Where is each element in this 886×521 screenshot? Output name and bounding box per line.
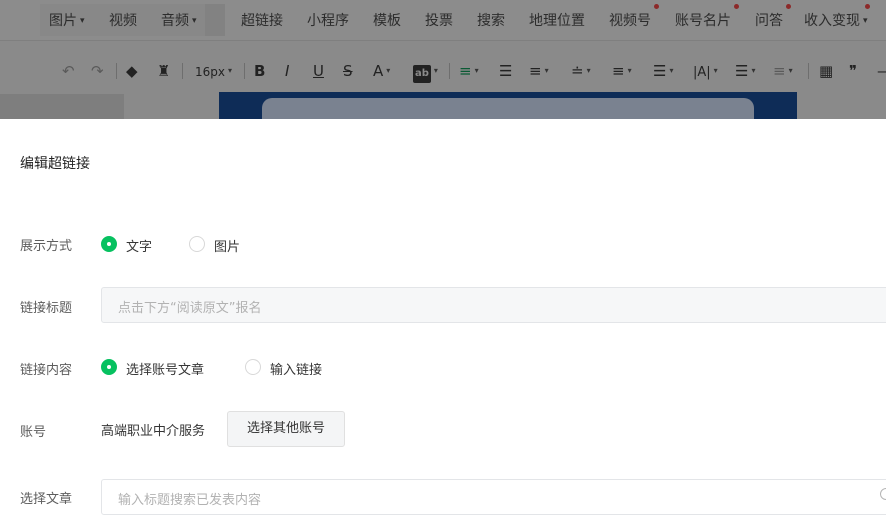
menu-search[interactable]: 搜索 [477,10,505,30]
editor-toolbar: ↶ ↷ ◆ ♜ 16px ▾ B I U S A ▾ ab ▾ ≡ ▾ ☰ ≡ ▾ ≐ ▾ … [0,40,886,94]
clear-format-icon[interactable]: ♜ [157,63,170,79]
chevron-down-icon: ▾ [713,66,718,75]
radio-select-article[interactable] [101,359,117,375]
new-badge-dot [654,4,659,9]
edit-hyperlink-dialog: 编辑超链接 展示方式 文字 图片 链接标题 点击下方“阅读原文”报名 链接内容 … [0,119,886,521]
quote-icon[interactable]: ❞ [849,63,857,79]
chevron-down-icon: ▾ [627,66,632,75]
italic-icon[interactable]: I [285,63,289,79]
dialog-title: 编辑超链接 [20,156,90,172]
line-height-icon[interactable]: ≐ ▾ [571,63,591,79]
horizontal-rule-icon[interactable]: — [877,63,886,79]
chevron-down-icon: ▾ [544,66,549,75]
radio-select-article-label[interactable]: 选择账号文章 [126,359,204,378]
link-content-label: 链接内容 [20,363,73,378]
redo-icon[interactable]: ↷ [91,63,104,79]
menu-monetize[interactable]: 收入变现 ▾ [804,4,870,30]
radio-image-mode[interactable] [189,236,205,252]
radio-text-mode[interactable] [101,236,117,252]
font-color-icon[interactable]: A ▾ [373,63,390,79]
indent-icon[interactable]: ☰ [499,63,512,79]
new-badge-dot [864,4,870,9]
menubar-separator [205,4,225,36]
chevron-down-icon: ▾ [863,16,868,26]
toolbar-separator [449,63,450,79]
chevron-down-icon: ▾ [433,66,438,75]
chevron-down-icon: ▾ [228,66,233,75]
underline-icon[interactable]: U [313,63,324,79]
list-icon[interactable]: ☰ ▾ [735,63,755,79]
menu-vote[interactable]: 投票 [425,10,453,30]
menu-location[interactable]: 地理位置 [529,10,585,30]
table-icon[interactable]: ▦ [819,63,833,79]
new-badge-dot [786,4,791,9]
menu-account-card[interactable]: 账号名片 [675,4,739,30]
select-other-account-button[interactable]: 选择其他账号 [227,411,345,447]
link-title-input[interactable]: 点击下方“阅读原文”报名 [101,287,886,323]
account-label: 账号 [20,425,47,440]
new-badge-dot [734,4,739,9]
toolbar-separator [182,63,183,79]
toolbar-separator [116,63,117,79]
menu-audio[interactable]: 音频 ▾ [161,10,197,30]
account-name: 高端职业中介服务 [101,424,206,439]
chevron-down-icon: ▾ [80,16,85,26]
menu-image[interactable]: 图片 ▾ [49,10,85,30]
justify-icon[interactable]: ≡ ▾ [529,63,549,79]
toolbar-separator [244,63,245,79]
radio-input-link[interactable] [245,359,261,375]
article-search-input[interactable]: 输入标题搜索已发表内容 [101,479,886,515]
letter-spacing-icon[interactable]: |A| ▾ [693,63,718,81]
link-title-label: 链接标题 [20,301,73,316]
select-article-label: 选择文章 [20,492,73,507]
menu-qa[interactable]: 问答 [755,4,791,30]
radio-text-mode-label[interactable]: 文字 [126,236,152,255]
menu-hyperlink[interactable]: 超链接 [241,10,283,30]
chevron-down-icon: ▾ [669,66,674,75]
format-painter-icon[interactable]: ◆ [126,63,138,79]
menu-video[interactable]: 视频 [109,10,137,30]
font-size-select[interactable]: 16px ▾ [195,63,232,80]
align-center-icon[interactable]: ≡ ▾ [459,63,479,79]
bold-icon[interactable]: B [254,63,265,79]
chevron-down-icon: ▾ [474,66,479,75]
undo-icon[interactable]: ↶ [62,63,75,79]
chevron-down-icon: ▾ [586,66,591,75]
background-color-icon[interactable]: ab ▾ [413,63,438,83]
radio-input-link-label[interactable]: 输入链接 [270,359,322,378]
chevron-down-icon: ▾ [751,66,756,75]
chevron-down-icon: ▾ [386,66,391,75]
chevron-down-icon: ▾ [192,16,197,26]
chevron-down-icon: ▾ [788,66,793,75]
paragraph-spacing-icon[interactable]: ≡ ▾ [612,63,632,79]
editor-menubar: 图片 ▾ 视频 音频 ▾ 超链接 小程序 模板 投票 搜索 地理位置 视频号 账号名… [0,0,886,40]
menu-template[interactable]: 模板 [373,10,401,30]
radio-image-mode-label[interactable]: 图片 [214,236,240,255]
text-indent-icon[interactable]: ☰ ▾ [653,63,673,79]
editor-sidebar-area [0,94,124,120]
article-cover-card [262,98,754,120]
toolbar-separator [808,63,809,79]
menu-channels[interactable]: 视频号 [609,4,659,30]
strikethrough-icon[interactable]: S [343,63,353,79]
border-style-icon[interactable]: ≡ ▾ [773,63,793,79]
search-icon[interactable] [880,488,886,500]
menu-miniprogram[interactable]: 小程序 [307,10,349,30]
display-mode-label: 展示方式 [20,239,73,254]
